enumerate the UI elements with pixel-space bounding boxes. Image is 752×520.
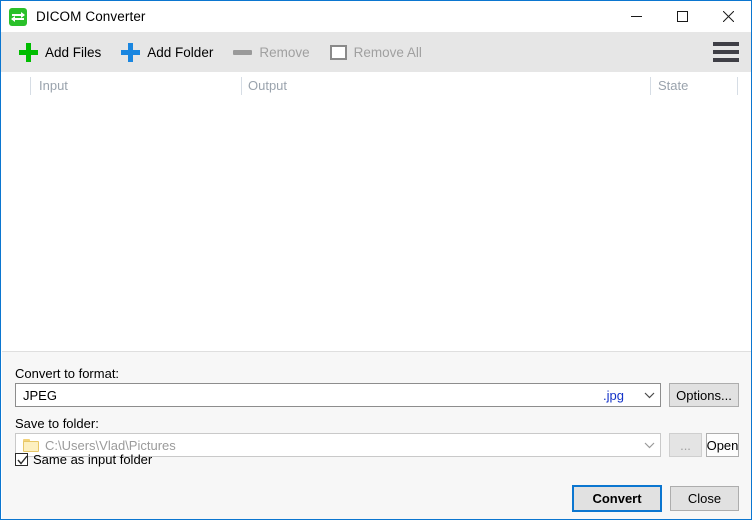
remove-all-label: Remove All	[353, 44, 422, 60]
browse-folder-button: ...	[669, 433, 702, 457]
empty-square-icon	[329, 44, 347, 60]
save-folder-path: C:\Users\Vlad\Pictures	[45, 437, 176, 453]
convert-format-label: Convert to format:	[15, 366, 120, 381]
folder-icon	[23, 438, 39, 452]
window-controls	[613, 1, 751, 32]
minimize-icon	[630, 16, 642, 17]
options-button[interactable]: Options...	[669, 383, 739, 407]
add-folder-label: Add Folder	[147, 44, 214, 60]
dicom-converter-window: DICOM Converter Add Files Add Folder Rem…	[0, 0, 752, 520]
checkmark-icon	[17, 455, 28, 465]
column-separator	[737, 77, 738, 95]
column-separator	[241, 77, 242, 95]
add-folder-button[interactable]: Add Folder	[113, 36, 221, 68]
maximize-button[interactable]	[659, 1, 705, 32]
close-dialog-button[interactable]: Close	[670, 486, 739, 511]
file-list-header: Input Output State	[2, 72, 751, 100]
chevron-down-icon	[638, 392, 660, 399]
format-extension: .jpg	[603, 387, 624, 403]
remove-all-button: Remove All	[322, 36, 430, 68]
column-header-input[interactable]: Input	[39, 78, 68, 93]
plus-green-icon	[19, 42, 38, 62]
column-header-state[interactable]: State	[658, 78, 688, 93]
column-separator	[30, 77, 31, 95]
plus-blue-icon	[121, 42, 141, 62]
remove-label: Remove	[259, 44, 310, 60]
add-files-button[interactable]: Add Files	[11, 36, 109, 68]
file-list[interactable]	[2, 100, 751, 350]
close-button[interactable]	[705, 1, 751, 32]
add-files-label: Add Files	[45, 44, 102, 60]
minimize-button[interactable]	[613, 1, 659, 32]
title-bar: DICOM Converter	[1, 1, 751, 32]
hamburger-menu-icon[interactable]	[713, 42, 739, 62]
toolbar: Add Files Add Folder Remove Remove All	[1, 32, 751, 72]
open-folder-button[interactable]: Open	[706, 433, 739, 457]
save-folder-label: Save to folder:	[15, 416, 99, 431]
chevron-down-icon	[638, 442, 660, 449]
minus-dash-icon	[233, 49, 253, 55]
same-as-input-folder-checkbox[interactable]	[15, 453, 28, 466]
convert-button[interactable]: Convert	[572, 485, 662, 512]
settings-panel: Convert to format: JPEG .jpg Options... …	[2, 351, 751, 519]
remove-button: Remove	[225, 36, 317, 68]
format-combobox[interactable]: JPEG .jpg	[15, 383, 661, 407]
same-as-input-folder-row[interactable]: Same as input folder	[15, 452, 152, 467]
format-value: JPEG	[23, 387, 57, 403]
close-icon	[722, 11, 734, 22]
maximize-icon	[676, 11, 688, 22]
window-title: DICOM Converter	[36, 9, 146, 24]
column-header-output[interactable]: Output	[248, 78, 287, 93]
app-icon	[9, 7, 27, 26]
column-separator	[650, 77, 651, 95]
same-as-input-folder-label: Same as input folder	[33, 452, 153, 467]
